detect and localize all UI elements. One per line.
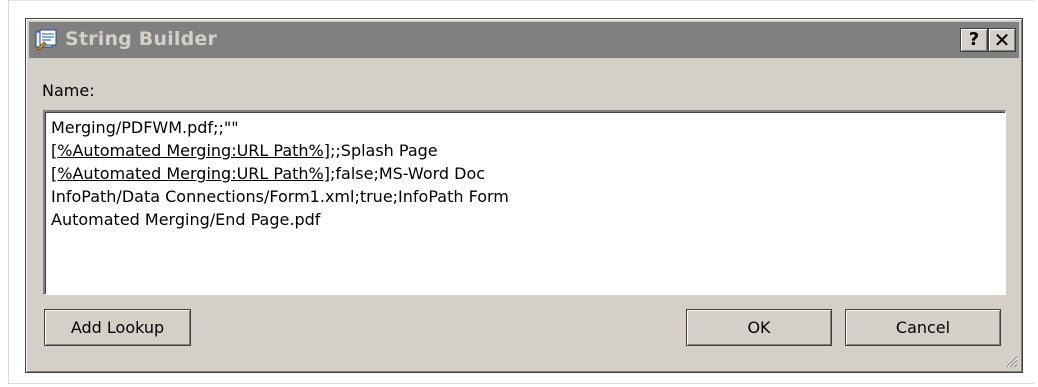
cancel-button[interactable]: Cancel	[845, 309, 1001, 346]
line-text: Automated Merging/End Page.pdf	[51, 210, 321, 229]
text-line: Automated Merging/End Page.pdf	[51, 208, 999, 231]
title-bar[interactable]: String Builder ? ✕	[29, 22, 1019, 58]
text-line: InfoPath/Data Connections/Form1.xml;true…	[51, 185, 999, 208]
string-builder-icon	[35, 29, 57, 51]
text-line: Merging/PDFWM.pdf;;""	[51, 116, 999, 139]
line-text: ;false;MS-Word Doc	[330, 164, 486, 183]
text-line: [%Automated Merging:URL Path%];false;MS-…	[51, 162, 999, 185]
lookup-token[interactable]: [%Automated Merging:URL Path%]	[51, 141, 330, 160]
line-text: Merging/PDFWM.pdf;;""	[51, 118, 239, 137]
string-builder-dialog: String Builder ? ✕ Name: Merging/PDFWM.p…	[25, 18, 1023, 373]
add-lookup-button[interactable]: Add Lookup	[44, 309, 191, 346]
close-button[interactable]: ✕	[988, 28, 1016, 52]
line-text: ;;Splash Page	[330, 141, 438, 160]
text-line: [%Automated Merging:URL Path%];;Splash P…	[51, 139, 999, 162]
name-label: Name:	[42, 81, 95, 100]
help-button[interactable]: ?	[960, 28, 988, 52]
line-text: InfoPath/Data Connections/Form1.xml;true…	[51, 187, 509, 206]
lookup-token[interactable]: [%Automated Merging:URL Path%]	[51, 164, 330, 183]
ok-button[interactable]: OK	[686, 309, 832, 346]
resize-grip-icon[interactable]	[1002, 352, 1018, 368]
name-textarea[interactable]: Merging/PDFWM.pdf;;"" [%Automated Mergin…	[43, 110, 1006, 295]
dialog-title: String Builder	[65, 28, 218, 50]
